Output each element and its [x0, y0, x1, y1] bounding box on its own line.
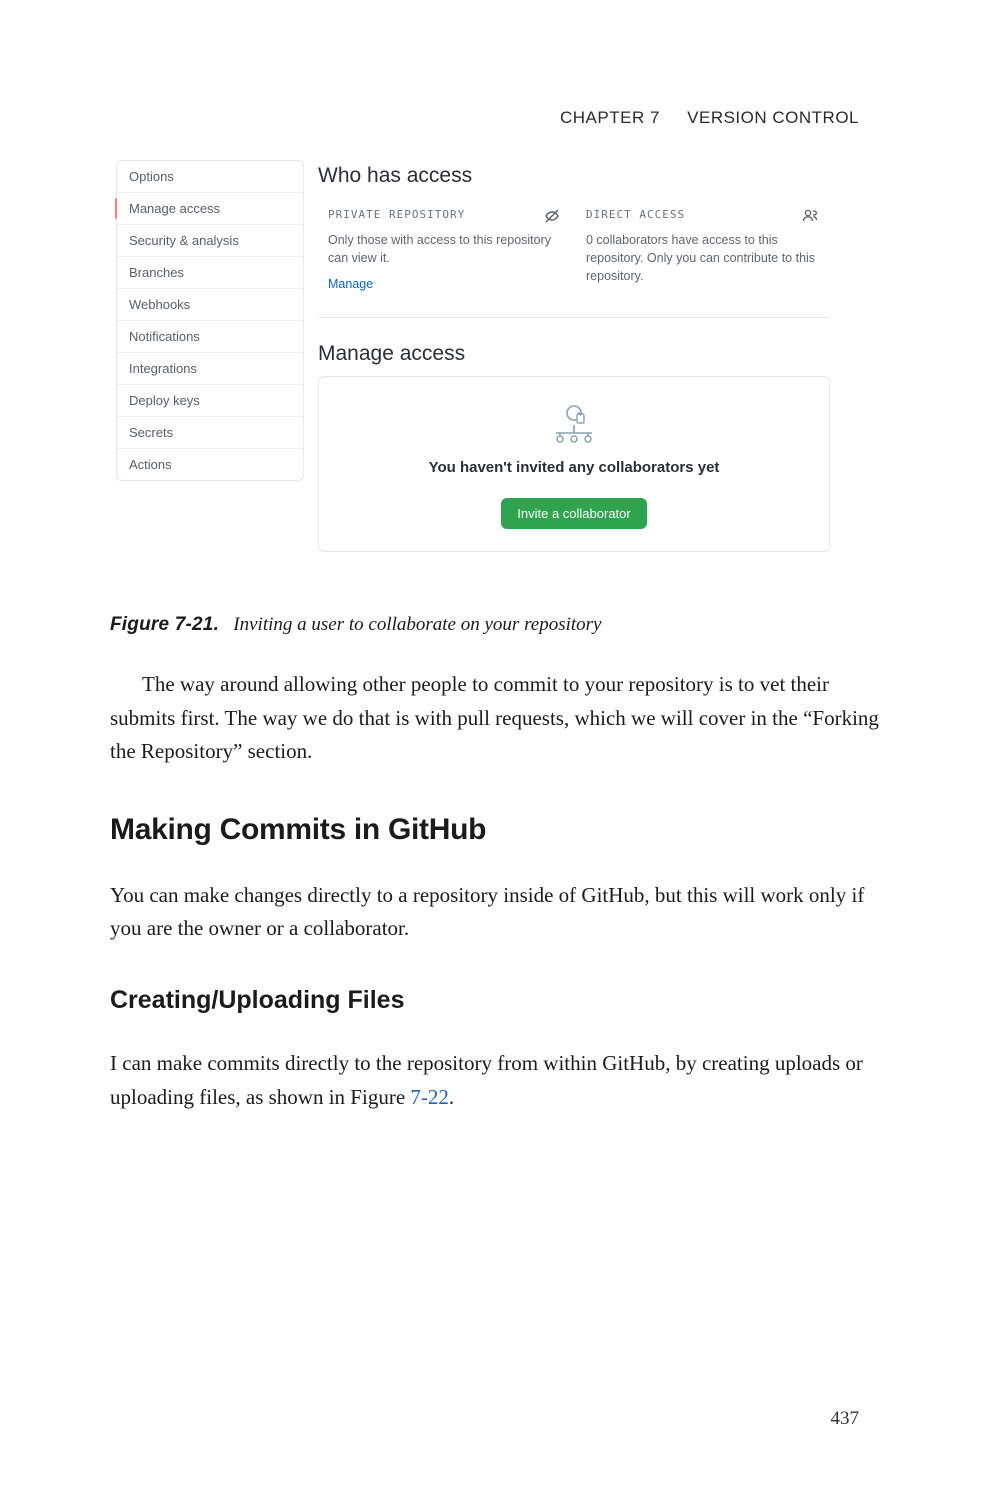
- private-repo-desc: Only those with access to this repositor…: [328, 231, 562, 267]
- sidebar-item-notifications[interactable]: Notifications: [117, 321, 303, 353]
- paragraph-3-text-a: I can make commits directly to the repos…: [110, 1051, 863, 1109]
- sidebar-item-actions[interactable]: Actions: [117, 449, 303, 480]
- sidebar-item-manage-access[interactable]: Manage access: [117, 193, 303, 225]
- no-collaborators-message: You haven't invited any collaborators ye…: [329, 459, 819, 476]
- invite-collaborator-button[interactable]: Invite a collaborator: [501, 498, 646, 529]
- sidebar-item-security-analysis[interactable]: Security & analysis: [117, 225, 303, 257]
- page-number: 437: [831, 1408, 860, 1430]
- manage-link[interactable]: Manage: [328, 277, 373, 291]
- direct-access-card: DIRECT ACCESS 0 collaborators have acces…: [586, 208, 820, 291]
- eye-slash-icon: [544, 208, 560, 227]
- figure-ref-7-22[interactable]: 7-22: [410, 1085, 449, 1109]
- section-heading-making-commits: Making Commits in GitHub: [110, 813, 889, 847]
- who-has-access-heading: Who has access: [318, 164, 830, 188]
- figure-caption: Figure 7-21. Inviting a user to collabor…: [110, 614, 889, 636]
- direct-access-label: DIRECT ACCESS: [586, 208, 820, 221]
- sidebar-item-options[interactable]: Options: [117, 161, 303, 193]
- sidebar-item-branches[interactable]: Branches: [117, 257, 303, 289]
- figure-screenshot: Options Manage access Security & analysi…: [110, 160, 830, 590]
- people-icon: [802, 208, 818, 227]
- paragraph-3: I can make commits directly to the repos…: [110, 1047, 889, 1114]
- direct-access-desc: 0 collaborators have access to this repo…: [586, 231, 820, 285]
- running-head: CHAPTER 7 VERSION CONTROL: [560, 108, 859, 128]
- figure-caption-text: Inviting a user to collaborate on your r…: [233, 614, 601, 635]
- figure-label: Figure 7-21.: [110, 614, 219, 635]
- manage-access-panel: You haven't invited any collaborators ye…: [318, 376, 830, 552]
- subsection-heading-creating-uploading: Creating/Uploading Files: [110, 986, 889, 1015]
- paragraph-2: You can make changes directly to a repos…: [110, 879, 889, 946]
- paragraph-3-text-b: .: [449, 1085, 454, 1109]
- paragraph-1: The way around allowing other people to …: [110, 668, 889, 769]
- sidebar-item-integrations[interactable]: Integrations: [117, 353, 303, 385]
- settings-main: Who has access PRIVATE REPOSITORY Only t…: [318, 160, 830, 552]
- access-cards: PRIVATE REPOSITORY Only those with acces…: [318, 208, 830, 318]
- collaborators-illustration-icon: [329, 403, 819, 443]
- chapter-title: VERSION CONTROL: [687, 108, 859, 127]
- sidebar-item-deploy-keys[interactable]: Deploy keys: [117, 385, 303, 417]
- sidebar-item-webhooks[interactable]: Webhooks: [117, 289, 303, 321]
- manage-access-heading: Manage access: [318, 342, 830, 366]
- chapter-label: CHAPTER 7: [560, 108, 660, 127]
- private-repo-card: PRIVATE REPOSITORY Only those with acces…: [328, 208, 562, 291]
- sidebar-item-secrets[interactable]: Secrets: [117, 417, 303, 449]
- settings-sidebar: Options Manage access Security & analysi…: [116, 160, 304, 481]
- private-repo-label: PRIVATE REPOSITORY: [328, 208, 562, 221]
